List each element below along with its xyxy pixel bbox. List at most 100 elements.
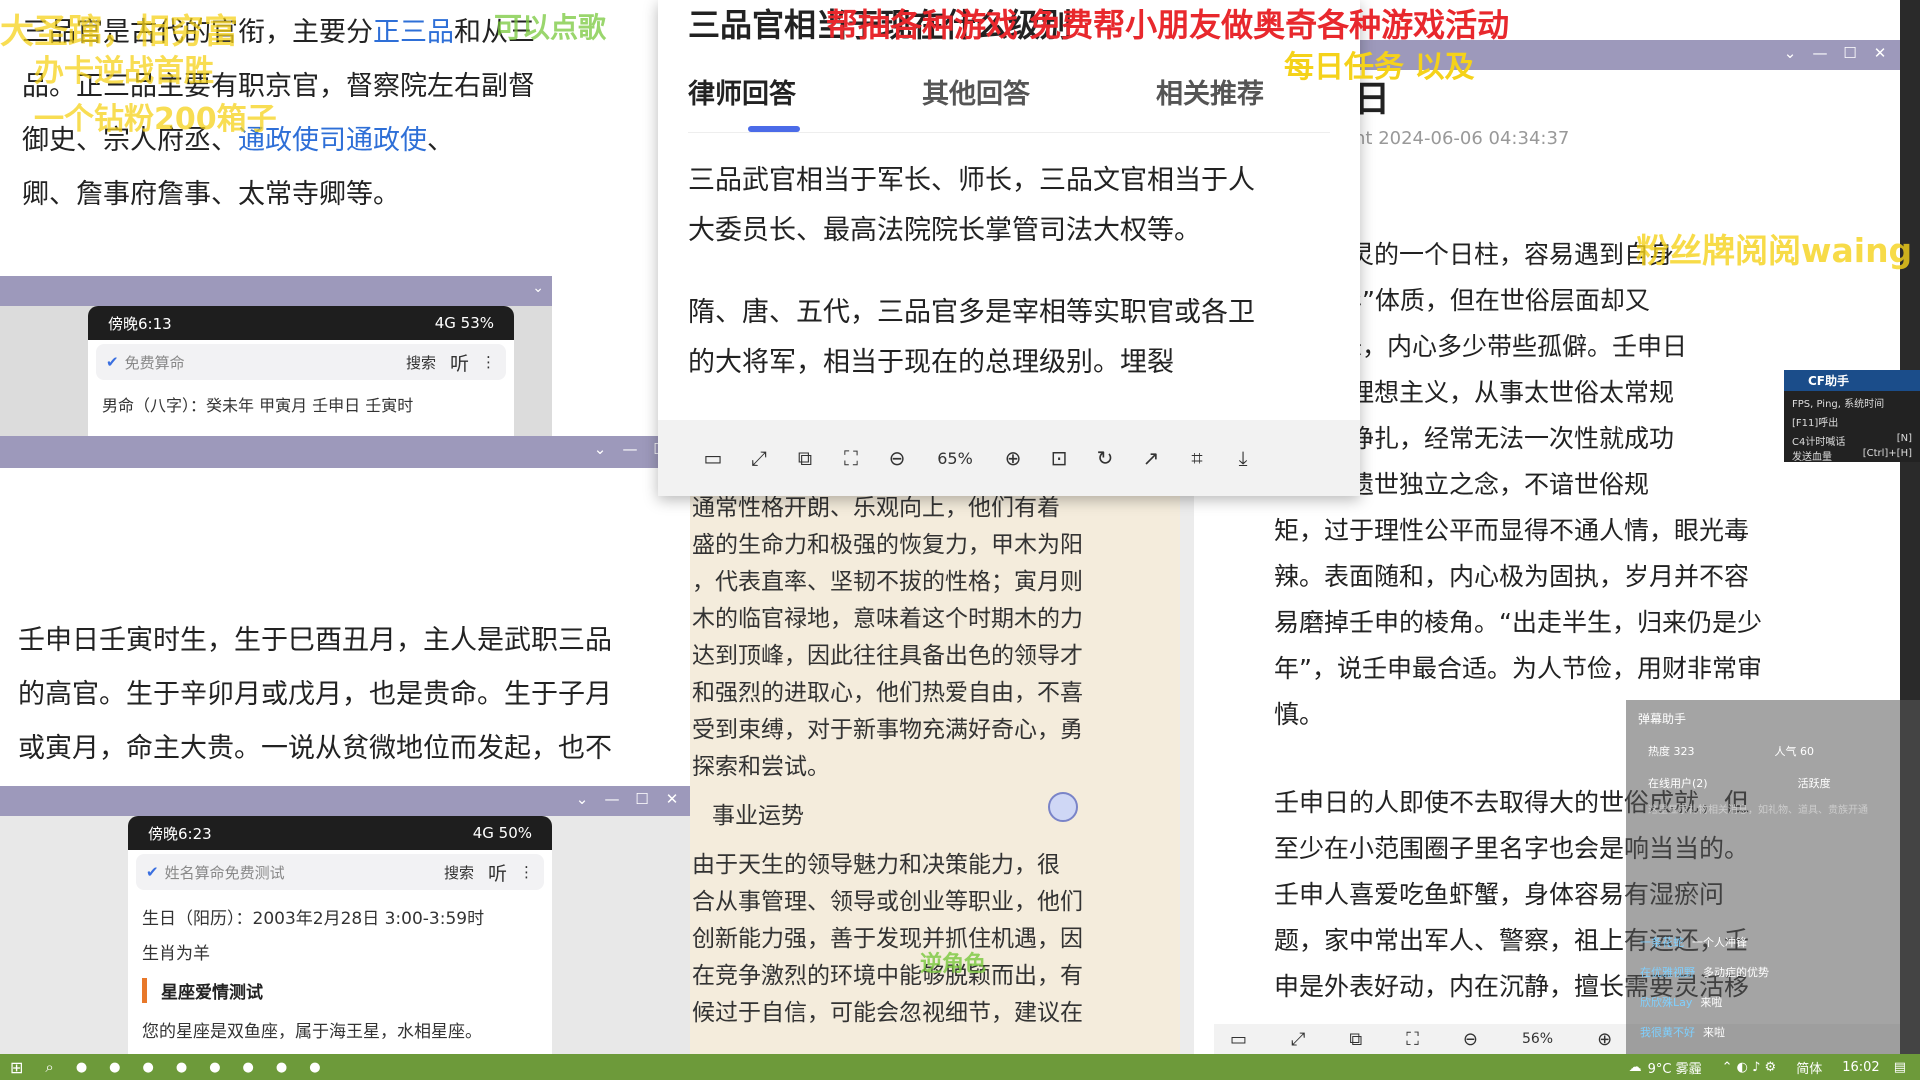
more-icon[interactable]: ⋮ xyxy=(519,863,534,881)
start-icon[interactable]: ⊞ xyxy=(10,1058,23,1077)
taskbar-app-icon[interactable]: ● xyxy=(109,1060,120,1075)
crop-frame-icon[interactable]: ⛶ xyxy=(838,446,864,470)
danmu-user[interactable]: 一条花蛇 xyxy=(1640,936,1684,949)
layout-icon[interactable]: ▭ xyxy=(700,446,726,470)
maximize-icon[interactable]: ☐ xyxy=(632,790,652,808)
taskbar-app-icon[interactable]: ● xyxy=(209,1060,220,1075)
section-heading: 事业运势 xyxy=(712,803,804,829)
zoom-in-icon[interactable]: ⊕ xyxy=(1597,1029,1612,1050)
chevron-down-icon[interactable]: ⌄ xyxy=(572,790,592,808)
window-titlebar-left-2[interactable]: ⌄ — ☐ xyxy=(0,436,690,468)
taskbar-weather[interactable]: 9°C 雾霾 xyxy=(1648,1058,1702,1077)
taskbar-app-icon[interactable]: ● xyxy=(243,1060,254,1075)
article-line: 创新能力强，善于发现并抓住机遇，因 xyxy=(692,926,1083,952)
window-titlebar-left-3[interactable]: ⌄ — ☐ ✕ xyxy=(0,786,690,816)
close-icon[interactable]: ✕ xyxy=(1870,44,1890,62)
chevron-down-icon[interactable]: ⌄ xyxy=(590,440,610,458)
listen-button[interactable]: 听 xyxy=(450,349,469,376)
phone-search-button[interactable]: 搜索 xyxy=(406,352,436,373)
phone-screenshot-2: 傍晚6:23 4G 50% ✔ 姓名算命免费测试 搜索 听 ⋮ 生日（阳历）：2… xyxy=(128,816,552,1054)
article-line: 木的临官禄地，意味着这个时期木的力 xyxy=(692,606,1083,632)
tab-lawyer-answer[interactable]: 律师回答 xyxy=(688,72,922,111)
tab-other-answers[interactable]: 其他回答 xyxy=(922,72,1156,111)
danmu-user[interactable]: 我很黄不好 xyxy=(1640,1026,1695,1039)
chevron-down-icon[interactable]: ⌄ xyxy=(532,280,544,296)
window-titlebar-left-1[interactable]: ⌄ xyxy=(0,276,552,306)
article-line: 候过于自信，可能会忽视细节，建议在 xyxy=(692,1000,1083,1026)
overlay-text-right-yellow: 粉丝牌阅阅waing xyxy=(1636,231,1913,270)
translate-icon[interactable]: ⧉ xyxy=(792,446,818,470)
answer-para-1-line: 大委员长、最高法院院长掌管司法大权等。 xyxy=(688,215,1201,246)
phone-search-input[interactable]: 免费算命 xyxy=(125,352,185,373)
article-line: 探索和尝试。 xyxy=(692,754,830,780)
danmu-activity[interactable]: 活跃度 xyxy=(1798,775,1831,791)
article-line: 或寅月，命主大贵。一说从贫微地位而发起，也不 xyxy=(18,733,612,764)
more-icon[interactable]: ⋮ xyxy=(481,353,496,371)
answer-para-1-line: 三品武官相当于军长、师长，三品文官相当于人 xyxy=(688,165,1255,196)
article-line: 达到顶峰，因此往往具备出色的领导才 xyxy=(692,643,1083,669)
fit-icon[interactable]: ⤢ xyxy=(1291,1029,1305,1050)
fit-icon[interactable]: ⤢ xyxy=(746,446,772,470)
phone-search-bar[interactable]: ✔ 姓名算命免费测试 搜索 听 ⋮ xyxy=(136,854,544,890)
zoom-out-icon[interactable]: ⊖ xyxy=(884,446,910,470)
taskbar-ime[interactable]: 简体 xyxy=(1796,1058,1822,1077)
cf-row1b: [F11]呼出 xyxy=(1792,418,1839,429)
phone-screenshot-1: 傍晚6:13 4G 53% ✔ 免费算命 搜索 听 ⋮ 男命（八字）：癸未年 甲… xyxy=(88,306,514,436)
article-line: 在竞争激烈的环境中能够脱颖而出，有 xyxy=(692,963,1083,989)
zoom-out-icon[interactable]: ⊖ xyxy=(1463,1029,1478,1050)
minimize-icon[interactable]: — xyxy=(1810,44,1830,62)
danmu-message: 一条花蛇 一个人冲锋 xyxy=(1640,934,1769,950)
right-article-meta: nt 2024-06-06 04:34:37 xyxy=(1354,128,1570,149)
chevron-down-icon[interactable]: ⌄ xyxy=(1780,44,1800,62)
cf-helper-title: CF助手 xyxy=(1784,370,1920,391)
danmu-popularity: 人气 60 xyxy=(1774,745,1815,758)
article-link[interactable]: 正三品 xyxy=(373,17,454,48)
phone-status-right: 4G 53% xyxy=(434,314,494,332)
left-middle-article: 壬申日壬寅时生，生于巳酉丑月，主人是武职三品 的高官。生于辛卯月或戊月，也是贵命。… xyxy=(0,468,690,786)
anime-sprite-icon xyxy=(1048,792,1078,822)
close-icon[interactable]: ✕ xyxy=(662,790,682,808)
article-line: 由于天生的领导魅力和决策能力，很 xyxy=(692,852,1060,878)
actual-size-icon[interactable]: ⊡ xyxy=(1046,446,1072,470)
open-external-icon[interactable]: ↗ xyxy=(1138,446,1164,470)
zoom-in-icon[interactable]: ⊕ xyxy=(1000,446,1026,470)
taskbar-app-icon[interactable]: ● xyxy=(176,1060,187,1075)
danmu-online[interactable]: 在线用户(2) xyxy=(1648,775,1708,791)
birthday-line: 生日（阳历）：2003年2月28日 3:00-3:59时 xyxy=(142,909,485,929)
taskbar-app-icon[interactable]: ● xyxy=(276,1060,287,1075)
taskbar-app-icon[interactable]: ● xyxy=(76,1060,87,1075)
minimize-icon[interactable]: — xyxy=(620,440,640,458)
taskbar-time[interactable]: 16:02 xyxy=(1842,1060,1879,1075)
taskbar-app-icon[interactable]: ● xyxy=(309,1060,320,1075)
minimize-icon[interactable]: — xyxy=(602,790,622,808)
answer-popup: 三品官相当于现在什么级别 律师回答 其他回答 相关推荐 三品武官相当于军长、师长… xyxy=(658,0,1360,496)
maximize-icon[interactable]: ☐ xyxy=(1840,44,1860,62)
rotate-icon[interactable]: ↻ xyxy=(1092,446,1118,470)
zodiac-line: 生肖为羊 xyxy=(142,944,210,964)
download-icon[interactable]: ⤓ xyxy=(1230,446,1256,470)
phone-status-bar: 傍晚6:23 4G 50% xyxy=(128,816,552,850)
danmu-user[interactable]: 在优雅视野 xyxy=(1640,966,1695,979)
danmu-title: 弹幕助手 xyxy=(1638,712,1687,726)
danmu-helper-panel: 弹幕助手 热度 323 人气 60 在线用户(2) 活跃度 这里显示礼物相关消息… xyxy=(1626,700,1920,1054)
notification-icon[interactable]: ▤ xyxy=(1894,1060,1906,1075)
article-line: 壬申日壬寅时生，生于巳酉丑月，主人是武职三品 xyxy=(18,625,612,656)
phone-search-input[interactable]: 姓名算命免费测试 xyxy=(165,862,285,883)
tray-icons[interactable]: ⌃ ◐ ♪ ⚙ xyxy=(1722,1060,1777,1075)
listen-button[interactable]: 听 xyxy=(488,859,507,886)
danmu-user[interactable]: 欣欣殊Lay xyxy=(1640,996,1692,1009)
search-icon[interactable]: ⌕ xyxy=(45,1058,53,1076)
phone-search-bar[interactable]: ✔ 免费算命 搜索 听 ⋮ xyxy=(96,344,506,380)
cf-row2: C4计时喊话 xyxy=(1792,437,1846,448)
taskbar-app-icon[interactable]: ● xyxy=(143,1060,154,1075)
phone-search-button[interactable]: 搜索 xyxy=(444,862,474,883)
article-line: 卿、詹事府詹事、太常寺卿等。 xyxy=(22,168,535,222)
layout-icon[interactable]: ▭ xyxy=(1230,1029,1247,1050)
crop-frame-icon[interactable]: ⛶ xyxy=(1406,1029,1419,1050)
phone-status-time: 傍晚6:23 xyxy=(148,824,212,843)
translate-icon[interactable]: ⧉ xyxy=(1349,1029,1362,1050)
article-line: 的高官。生于辛卯月或戊月，也是贵命。生于子月 xyxy=(18,679,612,710)
crop-icon[interactable]: ⌗ xyxy=(1184,446,1210,470)
cf-helper-panel: CF助手 FPS, Ping, 系统时间 [F11]呼出 C4计时喊话 [N] 发… xyxy=(1784,370,1920,463)
reading-column-divider xyxy=(1180,480,1194,1054)
